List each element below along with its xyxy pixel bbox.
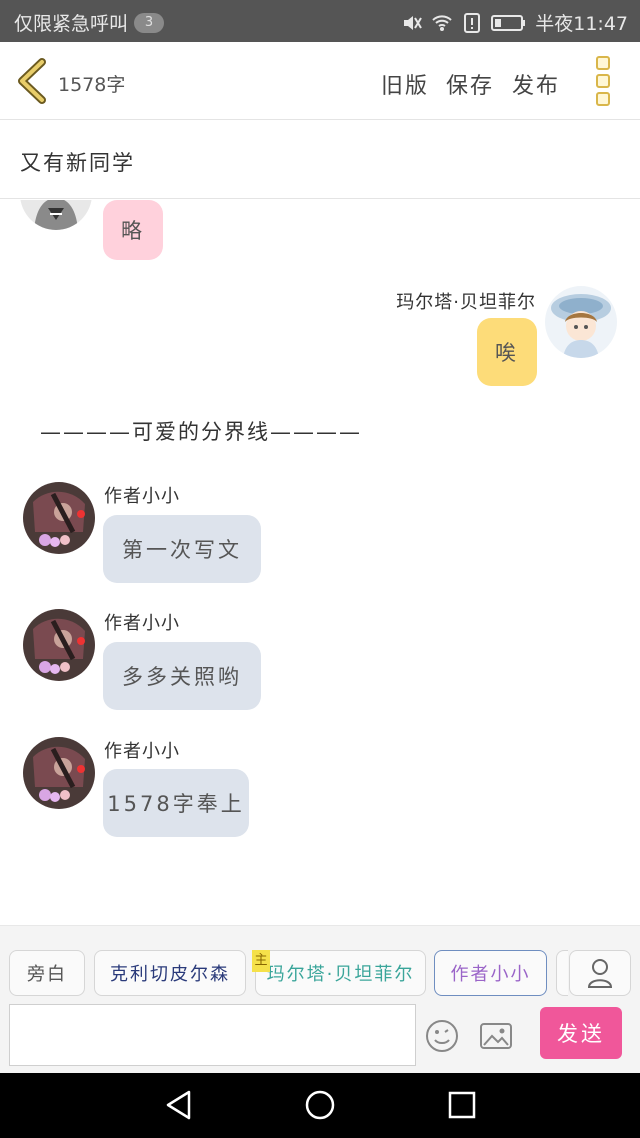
back-nav-icon[interactable] [164,1089,194,1121]
battery-icon [491,14,526,31]
avatar-author[interactable] [23,737,95,809]
send-button[interactable]: 发送 [540,1007,622,1059]
story-title-bar[interactable]: 又有新同学 [0,121,640,199]
message-bubble-author[interactable]: 1578字奉上 [103,769,249,837]
recents-nav-icon[interactable] [448,1089,476,1121]
alert-icon [464,12,481,33]
more-menu-icon[interactable] [596,56,614,108]
sender-name-author: 作者小小 [104,486,180,507]
home-nav-icon[interactable] [304,1089,336,1121]
old-version-button[interactable]: 旧版 [381,68,429,100]
emoji-icon[interactable] [424,1018,460,1054]
back-arrow-icon[interactable] [14,58,50,104]
mute-icon [404,15,423,30]
role-narration-button[interactable]: 旁白 [9,950,85,996]
image-icon[interactable] [478,1018,514,1054]
main-role-tag: 主 [252,950,270,972]
message-bubble-partial[interactable]: 略 [103,200,163,260]
role-button-3-selected[interactable]: 作者小小 [434,950,547,996]
sender-name-right: 玛尔塔·贝坦菲尔 [396,292,536,313]
message-bubble-right[interactable]: 唉 [477,318,537,386]
save-button[interactable]: 保存 [446,68,494,100]
status-left: 仅限紧急呼叫 3 [14,9,165,36]
sender-name-author: 作者小小 [104,613,180,634]
editor-header: 1578字 旧版 保存 发布 [0,42,640,120]
message-bubble-author[interactable]: 第一次写文 [103,515,261,583]
sender-name-author: 作者小小 [104,741,180,762]
role-button-1[interactable]: 克利切皮尔森 [94,950,246,996]
avatar-author[interactable] [23,482,95,554]
person-icon [587,959,613,988]
divider-text: ————可爱的分界线———— [40,420,362,444]
avatar-partial[interactable] [20,200,92,230]
notification-badge: 3 [134,12,165,33]
add-role-button[interactable] [569,950,631,996]
system-navigation-bar [0,1073,640,1138]
chat-area[interactable]: 略 玛尔塔·贝坦菲尔 唉 ————可爱的分界线———— 作者小小 第一次写文 作… [0,200,640,925]
publish-button[interactable]: 发布 [512,68,560,100]
compose-toolbar: 旁白 克利切皮尔森 玛尔塔·贝坦菲尔 主 作者小小 发送 [0,925,640,1073]
message-input[interactable] [9,1004,416,1066]
role-button-2[interactable]: 玛尔塔·贝坦菲尔 [255,950,426,996]
role-button-overflow[interactable] [556,950,568,996]
wifi-icon [432,14,452,31]
status-right: 半夜11:47 [401,9,628,36]
avatar-marta[interactable] [545,286,617,358]
status-bar: 仅限紧急呼叫 3 半夜11:47 [0,0,640,42]
story-title: 又有新同学 [20,151,135,175]
avatar-author[interactable] [23,609,95,681]
clock: 半夜11:47 [535,13,628,35]
message-bubble-author[interactable]: 多多关照哟 [103,642,261,710]
carrier-text: 仅限紧急呼叫 [14,13,129,35]
word-count: 1578字 [58,74,126,96]
